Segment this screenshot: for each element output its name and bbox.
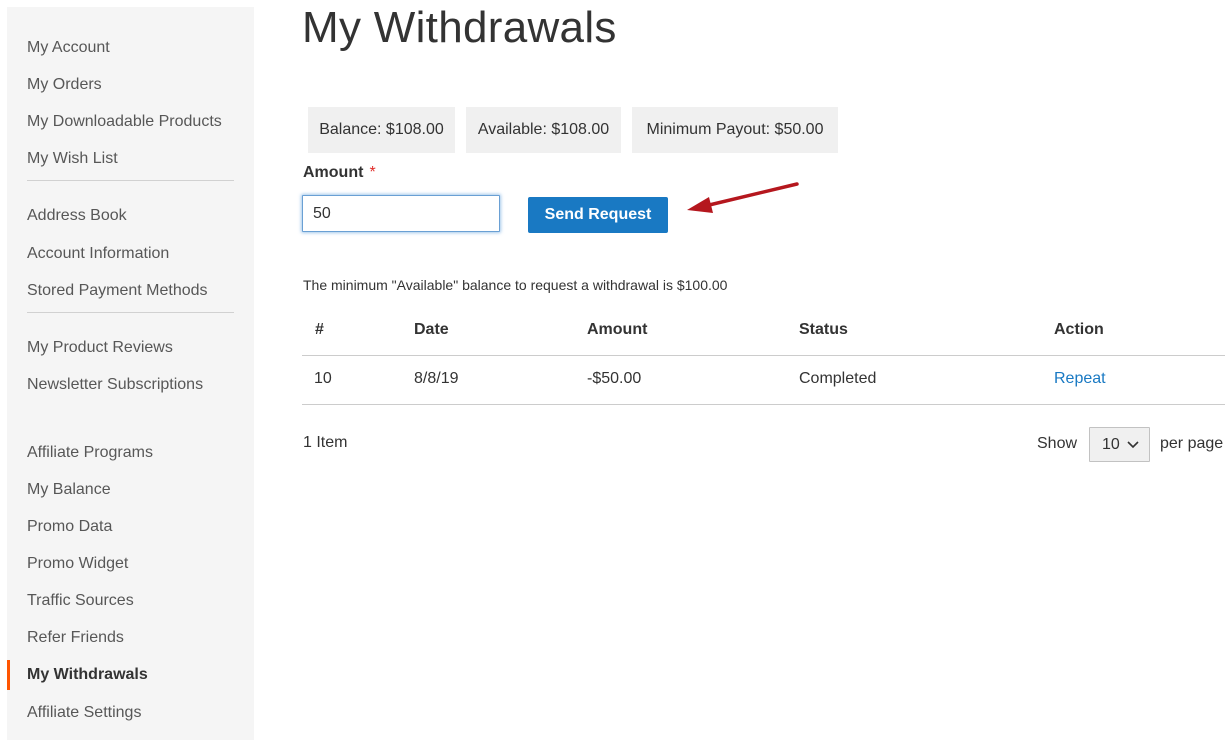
per-page-value: 10 [1102, 435, 1120, 453]
required-marker: * [369, 164, 376, 181]
cell-id: 10 [314, 370, 332, 387]
nav-my-wish-list[interactable]: My Wish List [7, 144, 254, 174]
nav-my-orders[interactable]: My Orders [7, 70, 254, 100]
nav-affiliate-settings[interactable]: Affiliate Settings [7, 698, 254, 728]
nav-traffic-sources[interactable]: Traffic Sources [7, 586, 254, 616]
table-row-divider [302, 404, 1225, 405]
nav-my-account[interactable]: My Account [7, 33, 254, 63]
nav-newsletter-subscriptions[interactable]: Newsletter Subscriptions [7, 370, 254, 400]
nav-my-withdrawals-current: My Withdrawals [7, 660, 254, 690]
show-label: Show [1037, 435, 1078, 452]
nav-account-information[interactable]: Account Information [7, 239, 254, 269]
repeat-link[interactable]: Repeat [1054, 370, 1106, 388]
nav-promo-widget[interactable]: Promo Widget [7, 549, 254, 579]
balance-badge: Balance: $108.00 [308, 107, 455, 153]
amount-label-text: Amount [303, 164, 364, 181]
column-header-date: Date [414, 321, 449, 338]
per-page-label: per page [1160, 435, 1224, 452]
nav-promo-data[interactable]: Promo Data [7, 512, 254, 542]
column-header-status: Status [799, 321, 848, 338]
per-page-select[interactable]: 10 [1089, 427, 1150, 462]
amount-input[interactable] [302, 195, 500, 232]
minimum-payout-badge: Minimum Payout: $50.00 [632, 107, 838, 153]
account-sidebar: My Account My Orders My Downloadable Pro… [7, 7, 254, 740]
amount-label: Amount * [303, 164, 376, 182]
nav-divider [27, 180, 234, 181]
nav-divider [27, 312, 234, 313]
nav-my-product-reviews[interactable]: My Product Reviews [7, 333, 254, 363]
cell-date: 8/8/19 [414, 370, 459, 387]
red-arrow-icon [687, 182, 799, 213]
page-title: My Withdrawals [302, 3, 617, 52]
column-header-id: # [315, 321, 324, 338]
table-header-divider [302, 355, 1225, 356]
nav-affiliate-programs[interactable]: Affiliate Programs [7, 438, 254, 468]
item-count: 1 Item [303, 434, 348, 451]
nav-my-balance[interactable]: My Balance [7, 475, 254, 505]
send-request-button[interactable]: Send Request [528, 197, 668, 233]
column-header-action: Action [1054, 321, 1104, 338]
cell-amount: -$50.00 [587, 370, 642, 387]
available-badge: Available: $108.00 [466, 107, 621, 153]
nav-address-book[interactable]: Address Book [7, 201, 254, 231]
column-header-amount: Amount [587, 321, 648, 338]
nav-my-downloadable-products[interactable]: My Downloadable Products [7, 107, 254, 137]
nav-refer-friends[interactable]: Refer Friends [7, 623, 254, 653]
chevron-down-icon [1127, 441, 1139, 449]
nav-stored-payment-methods[interactable]: Stored Payment Methods [7, 276, 254, 306]
minimum-balance-note: The minimum "Available" balance to reque… [303, 277, 728, 293]
cell-status: Completed [799, 370, 877, 387]
